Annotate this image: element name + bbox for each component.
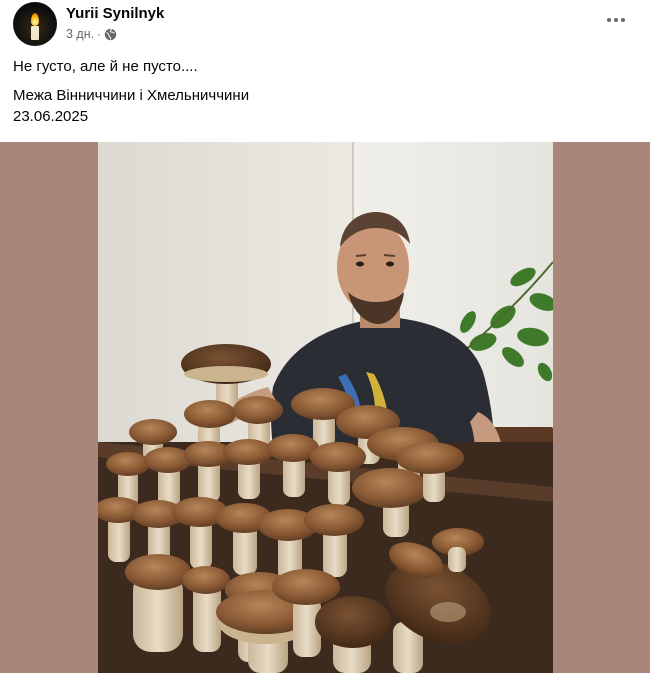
post-text-line: Не густо, але й не пусто.... — [13, 58, 198, 75]
globe-icon[interactable] — [104, 28, 117, 41]
meta-separator: · — [97, 27, 102, 41]
candle-icon — [31, 26, 39, 40]
dot-icon — [614, 18, 618, 22]
mushroom-photo-illustration — [98, 142, 553, 673]
dot-icon — [607, 18, 611, 22]
avatar[interactable] — [13, 2, 57, 46]
more-options-button[interactable] — [604, 10, 628, 30]
post-time[interactable]: 3 дн. — [66, 27, 94, 41]
candle-flame-icon — [31, 13, 39, 26]
post-header: Yurii Synilnyk 3 дн. · — [0, 0, 650, 50]
post-text-line: Межа Вінниччини і Хмельниччини — [13, 87, 250, 104]
post-photo[interactable] — [98, 142, 553, 673]
photo-frame[interactable] — [0, 142, 650, 673]
post-text-line: 23.06.2025 — [13, 108, 89, 125]
post-text: Не густо, але й не пусто.... Межа Віннич… — [13, 56, 633, 127]
post-meta: 3 дн. · — [66, 27, 117, 41]
dot-icon — [621, 18, 625, 22]
author-name[interactable]: Yurii Synilnyk — [66, 5, 164, 22]
